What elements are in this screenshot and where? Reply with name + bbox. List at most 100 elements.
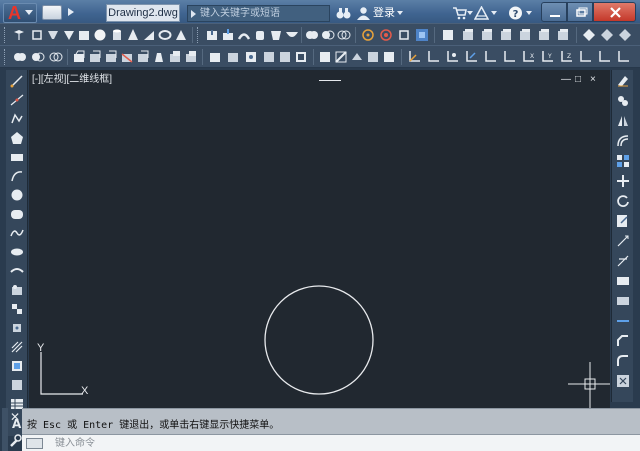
gizmo-move-icon[interactable] [361,28,375,42]
ucs-icon[interactable] [407,50,421,64]
extrude-icon[interactable] [205,28,219,42]
rectangle-icon[interactable] [10,150,24,164]
3d-view-icon[interactable] [12,28,26,42]
check-icon[interactable] [318,50,332,64]
chevron-down-icon[interactable] [467,11,473,15]
ucs-icon[interactable] [483,50,497,64]
intersect-icon[interactable] [49,50,63,64]
fillet-icon[interactable] [616,354,630,368]
binoculars-icon[interactable] [336,6,351,20]
gizmo-rotate-icon[interactable] [379,28,393,42]
trim-icon[interactable] [616,254,630,268]
3d-view-icon[interactable] [46,28,60,42]
thicken-icon[interactable] [350,50,364,64]
search-expand-icon[interactable] [191,10,196,18]
insert-block-icon[interactable] [10,283,24,297]
toolbar-grip[interactable] [4,49,7,65]
region-icon[interactable] [10,378,24,392]
3d-view-icon[interactable] [62,28,76,42]
box-icon[interactable] [77,28,91,42]
construction-line-icon[interactable] [10,93,24,107]
revolve-icon[interactable] [253,28,267,42]
chevron-down-icon[interactable] [526,11,532,15]
shell-icon[interactable] [294,50,308,64]
sphere-icon[interactable] [93,28,107,42]
box-icon[interactable] [499,28,513,42]
erase-icon[interactable] [616,74,630,88]
line-icon[interactable] [10,74,24,88]
point-icon[interactable] [10,321,24,335]
ucs-z-icon[interactable]: Z [559,50,573,64]
minimize-button[interactable] [541,2,567,22]
move-face-icon[interactable] [88,50,102,64]
array-icon[interactable] [616,154,630,168]
gradient-icon[interactable] [10,359,24,373]
join-icon[interactable] [616,314,630,328]
wrench-icon[interactable] [8,434,22,448]
ucs-icon[interactable] [445,50,459,64]
intersect-icon[interactable] [337,28,351,42]
break-icon[interactable] [616,294,630,308]
cone-icon[interactable] [126,28,140,42]
box-icon[interactable] [556,28,570,42]
ucs-icon[interactable] [464,50,478,64]
wedge-icon[interactable] [142,28,156,42]
pyramid-icon[interactable] [174,28,188,42]
chevron-down-icon[interactable] [397,11,403,15]
scale-icon[interactable] [616,214,630,228]
make-block-icon[interactable] [10,302,24,316]
rotate-icon[interactable] [616,194,630,208]
ucs-y-icon[interactable]: Y [540,50,554,64]
login-link[interactable]: 登录 [373,5,395,21]
clean-icon[interactable] [262,50,276,64]
interfere-icon[interactable] [366,50,380,64]
chevron-down-icon[interactable] [491,11,497,15]
torus-icon[interactable] [158,28,172,42]
subtract-icon[interactable] [321,28,335,42]
offset-face-icon[interactable] [104,50,118,64]
toolbar-grip[interactable] [197,27,200,43]
subtract-icon[interactable] [31,50,45,64]
gizmo-scale-icon[interactable] [397,28,411,42]
chamfer-icon[interactable] [616,334,630,348]
command-prompt-icon[interactable] [26,438,43,449]
explode-icon[interactable] [616,374,630,388]
application-menu-button[interactable]: A [3,3,37,23]
box-icon[interactable] [441,28,455,42]
polygon-icon[interactable] [10,131,24,145]
box-icon[interactable] [461,28,475,42]
close-icon[interactable]: ✕ [8,410,22,424]
box-icon[interactable] [537,28,551,42]
ucs-icon[interactable] [616,50,630,64]
ucs-icon[interactable] [426,50,440,64]
extend-icon[interactable] [616,274,630,288]
quick-access-more-icon[interactable] [68,8,74,16]
diamond-icon[interactable] [618,28,632,42]
copy-icon[interactable] [616,94,630,108]
bowl-icon[interactable] [285,28,299,42]
box-icon[interactable] [480,28,494,42]
copy-edge-icon[interactable] [208,50,222,64]
circle-icon[interactable] [10,188,24,202]
separate-icon[interactable] [278,50,292,64]
ucs-icon[interactable] [502,50,516,64]
ucs-icon[interactable] [578,50,592,64]
ellipse-arc-icon[interactable] [10,264,24,278]
help-icon[interactable]: ? [508,6,523,20]
close-button[interactable] [593,2,636,22]
stretch-icon[interactable] [616,234,630,248]
copy-face-icon[interactable] [168,50,182,64]
sweep-icon[interactable] [237,28,251,42]
move-icon[interactable] [616,174,630,188]
maximize-button[interactable] [567,2,593,22]
presspull-icon[interactable] [221,28,235,42]
a360-icon[interactable] [474,6,489,20]
union-icon[interactable] [305,28,319,42]
diamond-icon[interactable] [600,28,614,42]
ucs-icon[interactable] [597,50,611,64]
arc-icon[interactable] [10,169,24,183]
imprint-icon[interactable] [244,50,258,64]
diamond-icon[interactable] [582,28,596,42]
toolbar-grip[interactable] [4,27,7,43]
union-icon[interactable] [13,50,27,64]
